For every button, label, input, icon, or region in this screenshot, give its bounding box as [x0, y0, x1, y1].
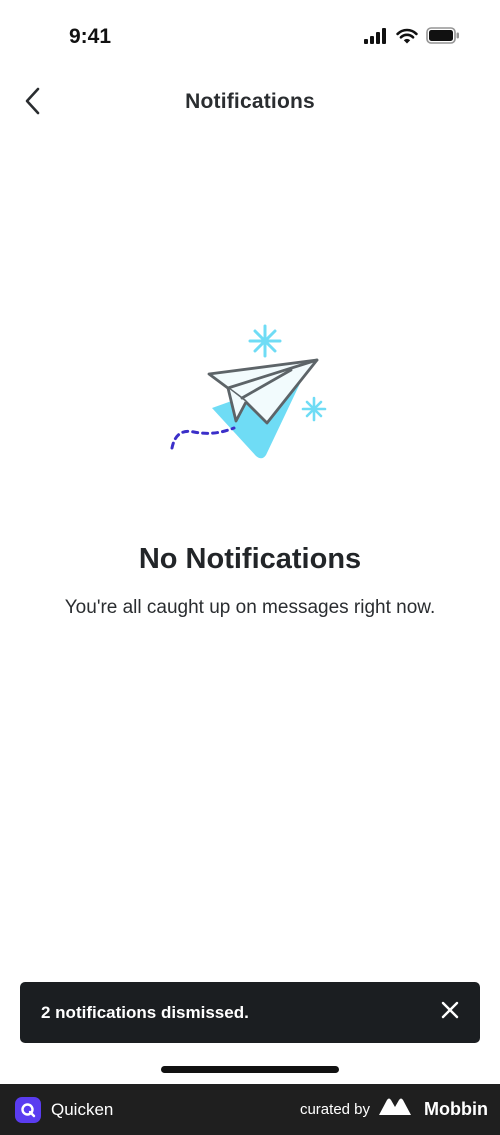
footer-app-name: Quicken — [51, 1099, 114, 1119]
snackbar-close-button[interactable] — [436, 999, 464, 1027]
nav-bar: Notifications — [0, 74, 500, 132]
battery-icon — [426, 27, 460, 49]
home-indicator[interactable] — [161, 1066, 339, 1073]
empty-state-title: No Notifications — [138, 543, 362, 575]
close-icon — [441, 1001, 459, 1024]
mobbin-logo-icon — [378, 1097, 416, 1122]
empty-state-message: You're all caught up on messages right n… — [64, 597, 436, 618]
paper-plane-illustration — [164, 320, 334, 460]
quicken-logo-icon — [15, 1096, 41, 1123]
status-bar: 9:41 — [0, 0, 500, 74]
footer-bar: Quicken curated by Mobbin — [0, 1084, 500, 1135]
status-time: 9:41 — [69, 25, 112, 48]
footer-credit: curated by Mobbin — [300, 1097, 488, 1122]
footer-brand: Mobbin — [424, 1099, 488, 1119]
wifi-icon — [396, 28, 418, 49]
footer-curated-label: curated by — [299, 1101, 371, 1118]
status-icons — [364, 27, 460, 49]
footer-app: Quicken — [15, 1096, 114, 1123]
page-title: Notifications — [185, 90, 315, 113]
snackbar: 2 notifications dismissed. — [20, 982, 480, 1043]
snackbar-message: 2 notifications dismissed. — [41, 1002, 249, 1022]
cellular-signal-icon — [364, 27, 388, 49]
